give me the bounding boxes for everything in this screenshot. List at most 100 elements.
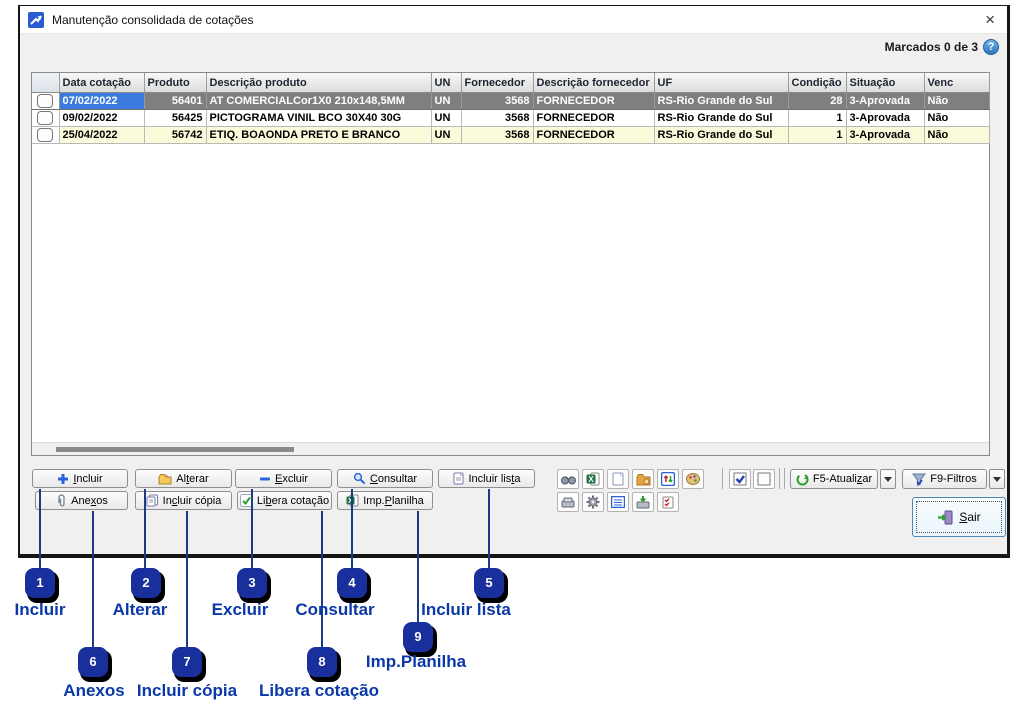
callout-line-incluir-lista [488, 489, 490, 569]
callout-line-imp-planilha [417, 511, 419, 623]
cell-uf: RS-Rio Grande do Sul [654, 127, 788, 144]
binoculars-icon[interactable] [557, 469, 579, 489]
marked-counter: Marcados 0 de 3 [885, 40, 978, 54]
header-situacao[interactable]: Situação [846, 73, 924, 93]
toolbar-separator [784, 468, 785, 489]
title-bar: Manutenção consolidada de cotações × [20, 6, 1007, 34]
cell-uf: RS-Rio Grande do Sul [654, 110, 788, 127]
header-un[interactable]: UN [431, 73, 461, 93]
callout-line-excluir [251, 489, 253, 569]
quotations-grid: Data cotação Produto Descrição produto U… [31, 72, 990, 456]
excel-export-icon[interactable]: X [582, 469, 604, 489]
table-row[interactable]: 07/02/2022 56401 AT COMERCIALCor1X0 210x… [32, 93, 989, 110]
cell-fornecedor: 3568 [461, 93, 533, 110]
f9-filtros-dropdown[interactable] [989, 469, 1005, 489]
callout-label-incluir-lista: Incluir lista [421, 600, 511, 620]
import-box-icon[interactable] [632, 492, 654, 512]
callout-line-consultar [351, 489, 353, 569]
callout-badge-3: 3 [237, 568, 267, 598]
cell-condicao: 1 [788, 110, 846, 127]
grid-header-row: Data cotação Produto Descrição produto U… [32, 73, 989, 93]
cell-un: UN [431, 93, 461, 110]
consultar-button[interactable]: Consultar [337, 469, 433, 488]
cell-descricao-produto: ETIQ. BOAONDA PRETO E BRANCO [206, 127, 431, 144]
document-icon [453, 472, 465, 485]
minus-icon [259, 473, 271, 485]
cell-descricao-fornecedor: FORNECEDOR [533, 110, 654, 127]
header-data-cotacao[interactable]: Data cotação [59, 73, 144, 93]
checkbox-unchecked-icon[interactable] [753, 469, 775, 489]
excluir-button[interactable]: Excluir [235, 469, 332, 488]
row-checkbox[interactable] [32, 110, 59, 127]
callout-label-consultar: Consultar [295, 600, 374, 620]
header-uf[interactable]: UF [654, 73, 788, 93]
header-produto[interactable]: Produto [144, 73, 206, 93]
row-checkbox[interactable] [32, 127, 59, 144]
window-title: Manutenção consolidada de cotações [52, 13, 253, 27]
toolbar-separator [722, 468, 723, 489]
header-descricao-fornecedor[interactable]: Descrição fornecedor [533, 73, 654, 93]
cell-un: UN [431, 127, 461, 144]
callout-label-incluir-copia: Incluir cópia [137, 681, 237, 701]
callout-label-libera-cotacao: Libera cotação [259, 681, 379, 701]
f5-atualizar-dropdown[interactable] [880, 469, 896, 489]
cell-venc: Não [924, 127, 989, 144]
cell-descricao-fornecedor: FORNECEDOR [533, 93, 654, 110]
refresh-icon [796, 473, 809, 486]
incluir-button[interactable]: Incluir [32, 469, 128, 488]
row-checkbox[interactable] [32, 93, 59, 110]
callout-badge-5: 5 [474, 568, 504, 598]
help-icon[interactable]: ? [983, 39, 999, 55]
header-fornecedor[interactable]: Fornecedor [461, 73, 533, 93]
incluir-lista-button[interactable]: Incluir lista [438, 469, 535, 488]
incluir-copia-button[interactable]: Incluir cópia [135, 491, 232, 510]
plus-icon [57, 473, 69, 485]
cell-fornecedor: 3568 [461, 127, 533, 144]
punch-icon[interactable] [557, 492, 579, 512]
cell-venc: Não [924, 93, 989, 110]
folder-organize-icon[interactable] [632, 469, 654, 489]
close-icon[interactable]: × [981, 12, 999, 28]
callout-line-anexos [92, 511, 94, 648]
callout-line-libera-cotacao [321, 511, 323, 648]
callout-badge-7: 7 [172, 647, 202, 677]
table-row[interactable]: 25/04/2022 56742 ETIQ. BOAONDA PRETO E B… [32, 127, 989, 144]
horizontal-scrollbar[interactable] [32, 442, 989, 455]
list-window-icon[interactable] [607, 492, 629, 512]
header-condicao[interactable]: Condição [788, 73, 846, 93]
toolbar-separator [779, 468, 780, 489]
f5-atualizar-button[interactable]: F5-Atualizar [790, 469, 878, 489]
anexos-button[interactable]: Anexos [35, 491, 128, 510]
cell-condicao: 1 [788, 127, 846, 144]
callout-badge-9: 9 [403, 622, 433, 652]
edit-folder-icon [158, 473, 172, 485]
document-icon[interactable] [607, 469, 629, 489]
cell-situacao: 3-Aprovada [846, 110, 924, 127]
header-descricao-produto[interactable]: Descrição produto [206, 73, 431, 93]
callout-line-incluir [39, 489, 41, 569]
sair-button[interactable]: Sair [912, 497, 1006, 537]
header-venc[interactable]: Venc [924, 73, 989, 93]
svg-text:X: X [588, 475, 594, 484]
palette-icon[interactable] [682, 469, 704, 489]
cell-uf: RS-Rio Grande do Sul [654, 93, 788, 110]
cell-situacao: 3-Aprovada [846, 93, 924, 110]
checkbox-checked-icon[interactable] [729, 469, 751, 489]
cell-descricao-produto: AT COMERCIALCor1X0 210x148,5MM [206, 93, 431, 110]
alterar-button[interactable]: Alterar [135, 469, 232, 488]
cell-descricao-produto: PICTOGRAMA VINIL BCO 30X40 30G [206, 110, 431, 127]
callout-label-alterar: Alterar [113, 600, 168, 620]
horizontal-scrollbar-thumb[interactable] [56, 447, 294, 452]
callout-badge-4: 4 [337, 568, 367, 598]
cell-produto: 56742 [144, 127, 206, 144]
gear-icon[interactable] [582, 492, 604, 512]
sort-arrows-icon[interactable] [657, 469, 679, 489]
cell-data-cotacao: 07/02/2022 [59, 93, 144, 110]
table-row[interactable]: 09/02/2022 56425 PICTOGRAMA VINIL BCO 30… [32, 110, 989, 127]
f9-filtros-button[interactable]: F9-Filtros [902, 469, 987, 489]
checklist-icon[interactable] [657, 492, 679, 512]
callout-badge-2: 2 [131, 568, 161, 598]
paperclip-icon [55, 494, 67, 507]
cell-fornecedor: 3568 [461, 110, 533, 127]
cell-data-cotacao: 25/04/2022 [59, 127, 144, 144]
